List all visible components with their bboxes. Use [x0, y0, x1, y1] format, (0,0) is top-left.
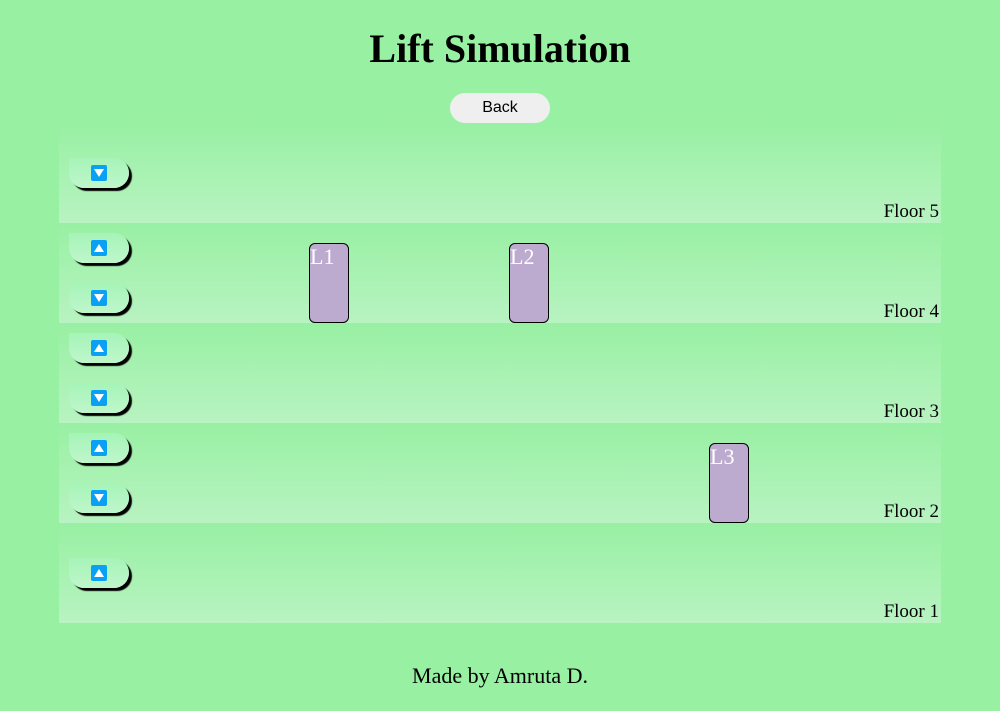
arrow-down-icon — [91, 290, 107, 306]
floor-label: Floor 5 — [883, 201, 939, 222]
lift-l1: L1 — [309, 243, 349, 323]
floor-label: Floor 3 — [883, 401, 939, 422]
arrow-down-icon — [91, 490, 107, 506]
floor-label: Floor 1 — [883, 601, 939, 622]
arrow-down-icon — [91, 165, 107, 181]
lift-label: L2 — [510, 244, 535, 269]
floor-4-up-button[interactable] — [69, 233, 129, 263]
building: Floor 5 Floor 4 Floor 3 Floor 2 Floor 1 … — [59, 123, 941, 623]
floor-4: Floor 4 — [59, 223, 941, 323]
floor-1: Floor 1 — [59, 523, 941, 623]
lift-label: L1 — [310, 244, 335, 269]
floor-1-up-button[interactable] — [69, 558, 129, 588]
lift-l3: L3 — [709, 443, 749, 523]
arrow-down-icon — [91, 390, 107, 406]
lift-label: L3 — [710, 444, 735, 469]
floor-3-down-button[interactable] — [69, 383, 129, 413]
floor-4-down-button[interactable] — [69, 283, 129, 313]
arrow-up-icon — [91, 565, 107, 581]
arrow-up-icon — [91, 340, 107, 356]
floor-3-up-button[interactable] — [69, 333, 129, 363]
footer-credit: Made by Amruta D. — [412, 663, 588, 688]
back-button[interactable]: Back — [450, 93, 550, 123]
floor-3: Floor 3 — [59, 323, 941, 423]
floor-5-down-button[interactable] — [69, 158, 129, 188]
page-title: Lift Simulation — [369, 26, 631, 71]
floor-2-down-button[interactable] — [69, 483, 129, 513]
floor-5: Floor 5 — [59, 123, 941, 223]
floor-2: Floor 2 — [59, 423, 941, 523]
arrow-up-icon — [91, 240, 107, 256]
floor-2-up-button[interactable] — [69, 433, 129, 463]
floor-label: Floor 4 — [883, 301, 939, 322]
arrow-up-icon — [91, 440, 107, 456]
lift-l2: L2 — [509, 243, 549, 323]
floor-label: Floor 2 — [883, 501, 939, 522]
